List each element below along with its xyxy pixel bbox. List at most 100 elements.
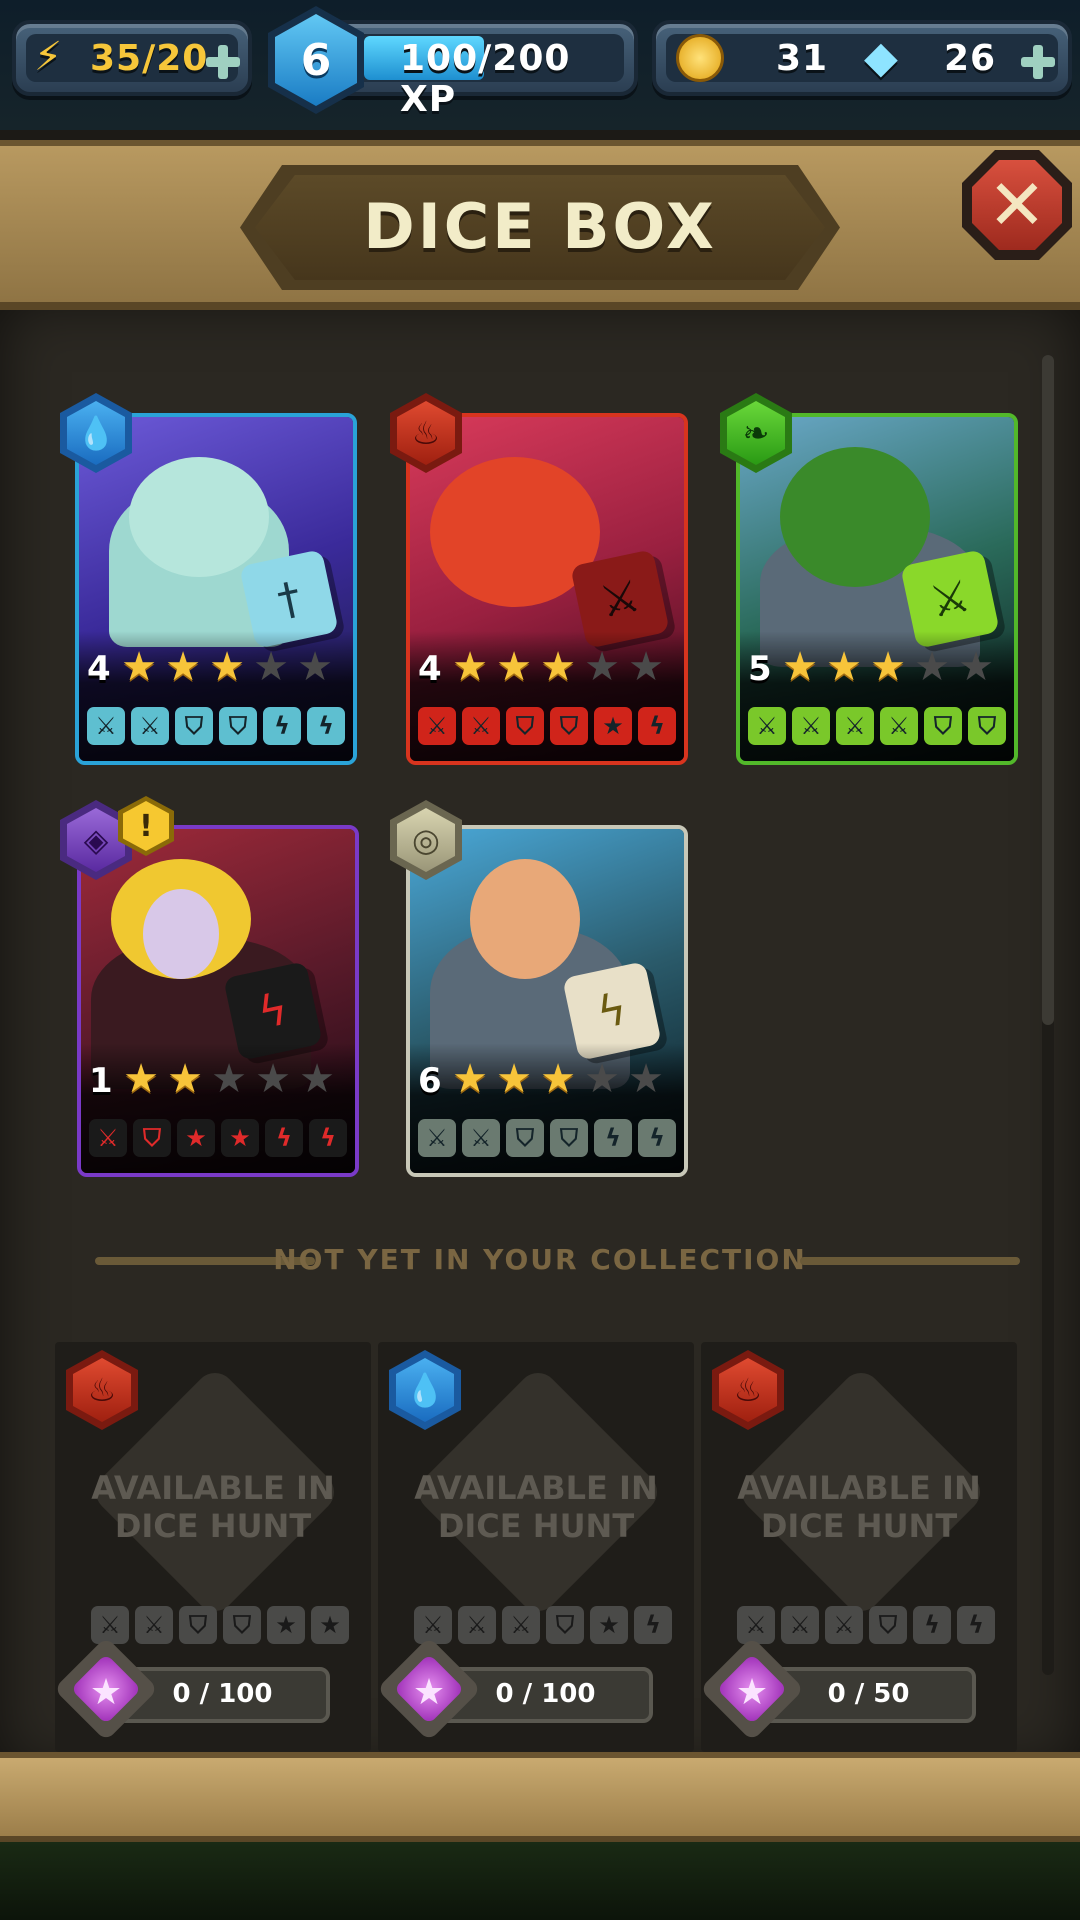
bolt-icon: ϟ <box>638 707 676 745</box>
sword-icon: ⚔ <box>418 707 456 745</box>
gem-value: 26 <box>944 38 997 79</box>
star-empty-icon: ★ <box>914 644 950 690</box>
dice-faces: ⚔ ⚔ ⛉ ⛉ ★ ★ <box>91 1606 349 1644</box>
alert-icon: ! <box>123 801 169 851</box>
shield-icon: ⛉ <box>175 707 213 745</box>
star-icon: ★ <box>735 1672 769 1713</box>
shield-icon: ⛉ <box>179 1606 217 1644</box>
bolt-icon: ϟ <box>913 1606 951 1644</box>
wizard-portrait <box>470 859 580 979</box>
energy-pill[interactable]: ⚡ 35/20 <box>12 20 252 96</box>
bolt-icon: ϟ <box>638 1119 676 1157</box>
star-filled-icon: ★ <box>452 1056 488 1102</box>
bolt-icon: ϟ <box>309 1119 347 1157</box>
scrollbar-thumb[interactable] <box>1042 355 1054 1025</box>
divider-right <box>800 1257 1020 1265</box>
star-filled-icon: ★ <box>123 1056 159 1102</box>
sword-icon: ⚔ <box>89 1119 127 1157</box>
sword-icon: ⚔ <box>458 1606 496 1644</box>
add-currency-button[interactable] <box>1021 45 1055 79</box>
dice-faces: ⚔ ⚔ ⚔ ⛉ ϟ ϟ <box>737 1606 995 1644</box>
coin-icon <box>676 34 724 82</box>
bolt-icon: ϟ <box>634 1606 672 1644</box>
star-empty-icon: ★ <box>211 1056 247 1102</box>
dice-card-orc[interactable]: ⚔ 5 ★ ★ ★ ★ ★ ⚔ ⚔ ⚔ ⚔ ⛉ ⛉ <box>736 413 1018 765</box>
star-empty-icon: ★ <box>584 644 620 690</box>
sword-icon: ⚔ <box>825 1606 863 1644</box>
shield-icon: ⛉ <box>550 1119 588 1157</box>
star-filled-icon: ★ <box>870 644 906 690</box>
dice-faces: ⚔ ⚔ ⚔ ⚔ ⛉ ⛉ <box>748 707 1006 745</box>
dice-faces: ⚔ ⚔ ⛉ ⛉ ϟ ϟ <box>87 707 345 745</box>
availability-label: AVAILABLE IN DICE HUNT <box>91 1469 335 1545</box>
sword-icon: ⚔ <box>781 1606 819 1644</box>
dice-card-dragon[interactable]: ⚔ 4 ★ ★ ★ ★ ★ ⚔ ⚔ ⛉ ⛉ ★ ϟ <box>406 413 688 765</box>
shield-icon: ⛉ <box>546 1606 584 1644</box>
dice-card-vampire[interactable]: ϟ 1 ★ ★ ★ ★ ★ ⚔ ⛉ ★ ★ ϟ ϟ <box>77 825 359 1177</box>
close-button[interactable]: ✕ <box>962 150 1072 260</box>
sword-icon: ⚔ <box>748 707 786 745</box>
sword-icon: ⚔ <box>792 707 830 745</box>
shield-icon: ⛉ <box>869 1606 907 1644</box>
sword-icon: ⚔ <box>91 1606 129 1644</box>
xp-value: 100/200 XP <box>400 38 571 120</box>
star-empty-icon: ★ <box>628 644 664 690</box>
star-filled-icon: ★ <box>165 644 201 690</box>
sword-icon: ⚔ <box>87 707 125 745</box>
coin-value: 31 <box>776 38 829 79</box>
sword-icon: ⚔ <box>135 1606 173 1644</box>
star-filled-icon: ★ <box>826 644 862 690</box>
star-filled-icon: ★ <box>452 644 488 690</box>
star-rating: ★ ★ ★ ★ ★ <box>780 647 996 687</box>
footer-background <box>0 1842 1080 1920</box>
star-icon: ★ <box>594 707 632 745</box>
sword-icon: ⚔ <box>462 707 500 745</box>
dice-level: 4 <box>87 649 111 689</box>
bolt-icon: ϟ <box>307 707 345 745</box>
currency-pill[interactable]: 31 ◆ 26 <box>652 20 1072 96</box>
star-rating: ★ ★ ★ ★ ★ <box>121 1059 337 1099</box>
star-rating: ★ ★ ★ ★ ★ <box>450 1059 666 1099</box>
page-title: DICE BOX <box>363 190 717 263</box>
sword-icon: ⚔ <box>880 707 918 745</box>
sword-icon: ⚔ <box>737 1606 775 1644</box>
sword-icon: ⚔ <box>502 1606 540 1644</box>
section-divider: NOT YET IN YOUR COLLECTION <box>273 1243 807 1276</box>
diamond-icon: ◆ <box>864 32 899 83</box>
dice-level: 1 <box>89 1061 113 1101</box>
shield-icon: ⛉ <box>133 1119 171 1157</box>
star-filled-icon: ★ <box>167 1056 203 1102</box>
shield-icon: ⛉ <box>219 707 257 745</box>
star-icon: ★ <box>590 1606 628 1644</box>
star-empty-icon: ★ <box>253 644 289 690</box>
dice-card-wizard[interactable]: ϟ 6 ★ ★ ★ ★ ★ ⚔ ⚔ ⛉ ⛉ ϟ ϟ <box>406 825 688 1177</box>
star-empty-icon: ★ <box>297 644 333 690</box>
shield-icon: ⛉ <box>506 1119 544 1157</box>
shield-icon: ⛉ <box>968 707 1006 745</box>
star-empty-icon: ★ <box>584 1056 620 1102</box>
scrollbar[interactable] <box>1042 355 1054 1675</box>
shield-icon: ⛉ <box>223 1606 261 1644</box>
dice-faces: ⚔ ⛉ ★ ★ ϟ ϟ <box>89 1119 347 1157</box>
dice-card-yeti[interactable]: † 4 ★ ★ ★ ★ ★ ⚔ ⚔ ⛉ ⛉ ϟ ϟ <box>75 413 357 765</box>
shield-icon: ⛉ <box>550 707 588 745</box>
star-filled-icon: ★ <box>496 644 532 690</box>
star-icon: ★ <box>311 1606 349 1644</box>
close-icon: ✕ <box>987 164 1047 246</box>
bolt-icon: ϟ <box>263 707 301 745</box>
shield-icon: ⛉ <box>924 707 962 745</box>
star-icon: ★ <box>89 1672 123 1713</box>
star-empty-icon: ★ <box>299 1056 335 1102</box>
star-filled-icon: ★ <box>121 644 157 690</box>
star-empty-icon: ★ <box>255 1056 291 1102</box>
dice-level: 4 <box>418 649 442 689</box>
player-level-value: 6 <box>300 34 332 86</box>
star-filled-icon: ★ <box>782 644 818 690</box>
add-energy-button[interactable] <box>206 45 240 79</box>
sword-icon: ⚔ <box>836 707 874 745</box>
sword-icon: ⚔ <box>462 1119 500 1157</box>
star-filled-icon: ★ <box>540 1056 576 1102</box>
lightning-icon: ⚡ <box>34 34 64 80</box>
star-rating: ★ ★ ★ ★ ★ <box>450 647 666 687</box>
availability-label: AVAILABLE IN DICE HUNT <box>414 1469 658 1545</box>
